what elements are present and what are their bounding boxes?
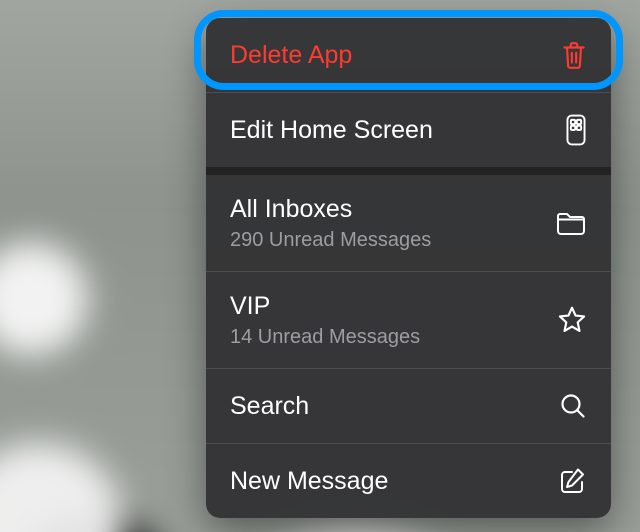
search-icon <box>559 392 587 420</box>
phone-apps-icon <box>565 114 587 146</box>
menu-item-text: Edit Home Screen <box>230 115 553 145</box>
menu-item-title: VIP <box>230 291 545 321</box>
menu-item-text: All Inboxes 290 Unread Messages <box>230 194 543 252</box>
trash-icon <box>561 40 587 70</box>
menu-item-text: Search <box>230 391 547 421</box>
menu-item-vip[interactable]: VIP 14 Unread Messages <box>206 271 611 368</box>
menu-item-all-inboxes[interactable]: All Inboxes 290 Unread Messages <box>206 167 611 271</box>
menu-item-delete-app[interactable]: Delete App <box>206 18 611 92</box>
context-menu: Delete App Edit Home Screen <box>206 18 611 518</box>
menu-item-new-message[interactable]: New Message <box>206 443 611 518</box>
menu-item-search[interactable]: Search <box>206 368 611 443</box>
context-menu-container: Delete App Edit Home Screen <box>206 18 611 532</box>
menu-item-text: VIP 14 Unread Messages <box>230 291 545 349</box>
compose-icon <box>559 467 587 495</box>
menu-item-edit-home-screen[interactable]: Edit Home Screen <box>206 92 611 167</box>
folder-icon <box>555 210 587 236</box>
menu-item-subtitle: 14 Unread Messages <box>230 325 545 349</box>
star-icon <box>557 305 587 335</box>
menu-item-text: New Message <box>230 466 547 496</box>
menu-item-title: Edit Home Screen <box>230 115 553 145</box>
menu-item-title: New Message <box>230 466 547 496</box>
menu-item-title: Delete App <box>230 40 549 70</box>
menu-item-title: All Inboxes <box>230 194 543 224</box>
menu-item-text: Delete App <box>230 40 549 70</box>
menu-item-title: Search <box>230 391 547 421</box>
menu-item-subtitle: 290 Unread Messages <box>230 228 543 252</box>
